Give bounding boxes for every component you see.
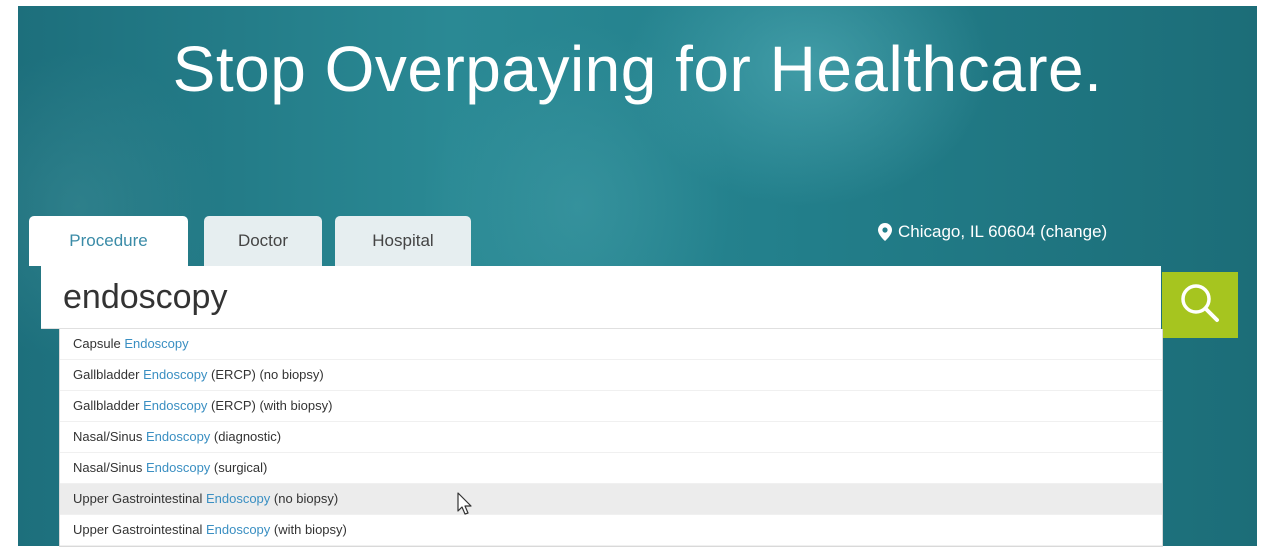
map-pin-icon — [878, 223, 892, 241]
suggestion-match: Endoscopy — [205, 522, 271, 537]
suggestion-prefix: Nasal/Sinus — [73, 460, 146, 475]
suggestion-match: Endoscopy — [124, 336, 189, 351]
search-button[interactable] — [1162, 272, 1238, 338]
suggestion-match: Endoscopy — [145, 460, 211, 475]
suggestion-suffix: (diagnostic) — [210, 429, 282, 444]
suggestion-match: Endoscopy — [143, 398, 208, 413]
tab-label: Procedure — [69, 231, 148, 250]
suggestion-item-hovered[interactable]: Upper Gastrointestinal Endoscopy (no bio… — [60, 484, 1162, 515]
suggestion-suffix: (no biopsy) — [270, 491, 339, 506]
search-box — [41, 266, 1161, 329]
suggestion-suffix: (with biopsy) — [270, 522, 347, 537]
tab-hospital[interactable]: Hospital — [335, 216, 471, 266]
suggestion-prefix: Nasal/Sinus — [73, 429, 146, 444]
suggestion-prefix: Upper Gastrointestinal — [73, 491, 206, 506]
suggestion-suffix: (ERCP) (with biopsy) — [207, 398, 333, 413]
tab-doctor[interactable]: Doctor — [204, 216, 322, 266]
location-text[interactable]: Chicago, IL 60604 (change) — [898, 222, 1107, 242]
suggestion-suffix: (ERCP) (no biopsy) — [207, 367, 324, 382]
location-selector[interactable]: Chicago, IL 60604 (change) — [878, 222, 1107, 242]
suggestion-item[interactable]: Gallbladder Endoscopy (ERCP) (with biops… — [60, 391, 1162, 422]
search-input[interactable] — [41, 266, 1161, 328]
tab-label: Doctor — [237, 231, 289, 250]
suggestion-prefix: Capsule — [73, 336, 125, 351]
search-icon — [1178, 281, 1222, 330]
suggestion-item[interactable]: Nasal/Sinus Endoscopy (surgical) — [60, 453, 1162, 484]
suggestion-suffix: (surgical) — [210, 460, 268, 475]
suggestion-prefix: Upper Gastrointestinal — [73, 522, 206, 537]
suggestion-dropdown: Capsule Endoscopy Gallbladder Endoscopy … — [59, 329, 1163, 547]
suggestion-prefix: Gallbladder — [73, 398, 144, 413]
suggestion-prefix: Gallbladder — [73, 367, 144, 382]
suggestion-match: Endoscopy — [205, 491, 271, 506]
suggestion-item[interactable]: Upper Gastrointestinal Endoscopy (with b… — [60, 515, 1162, 546]
suggestion-match: Endoscopy — [145, 429, 211, 444]
suggestion-item[interactable]: Capsule Endoscopy — [60, 329, 1162, 360]
tab-label: Hospital — [372, 231, 434, 250]
hero-title: Stop Overpaying for Healthcare. — [172, 33, 1103, 105]
suggestion-item[interactable]: Nasal/Sinus Endoscopy (diagnostic) — [60, 422, 1162, 453]
mouse-pointer-icon — [457, 492, 473, 516]
suggestion-item[interactable]: Gallbladder Endoscopy (ERCP) (no biopsy) — [60, 360, 1162, 391]
tab-procedure[interactable]: Procedure — [29, 216, 188, 266]
suggestion-match: Endoscopy — [143, 367, 208, 382]
